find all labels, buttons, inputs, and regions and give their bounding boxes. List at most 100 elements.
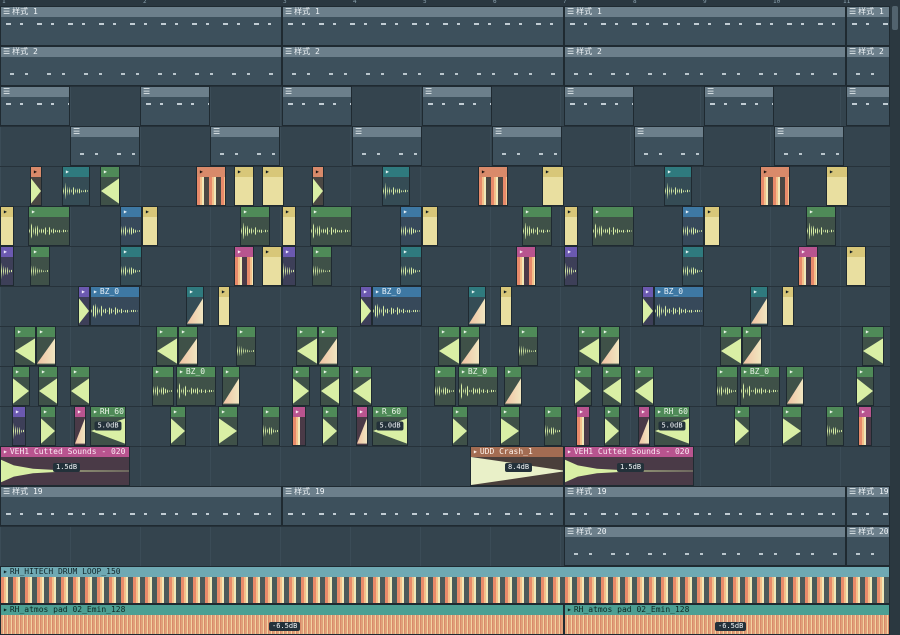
audio-clip[interactable]: ▸: [218, 406, 238, 446]
clip-header[interactable]: ▸: [241, 207, 269, 217]
audio-clip[interactable]: ▸: [564, 206, 578, 246]
clip-header[interactable]: ☰: [705, 87, 773, 97]
audio-clip[interactable]: ▸: [638, 406, 650, 446]
audio-clip[interactable]: ▸: [578, 326, 600, 366]
audio-clip[interactable]: ▸: [576, 406, 590, 446]
track-lane[interactable]: ☰ 样式 1 ☰ 样式 1 ☰ 样式 1 ☰ 样式 1: [0, 6, 890, 47]
clip-header[interactable]: ▸ RH_HITECH DRUM LOOP_150: [1, 567, 889, 577]
clip-header[interactable]: ▸: [665, 167, 691, 177]
clip-header[interactable]: ▸: [223, 367, 239, 377]
clip-header[interactable]: ▸: [187, 287, 203, 297]
pattern-clip[interactable]: ☰ 样式 1: [0, 6, 282, 46]
audio-clip[interactable]: ▸: [120, 246, 142, 286]
audio-clip[interactable]: ▸: [178, 326, 198, 366]
audio-clip[interactable]: ▸ BZ_0: [458, 366, 498, 406]
clip-header[interactable]: ▸: [505, 367, 521, 377]
clip-header[interactable]: ▸: [859, 407, 871, 417]
audio-clip[interactable]: ▸: [262, 246, 282, 286]
audio-clip[interactable]: ▸: [564, 246, 578, 286]
clip-header[interactable]: ▸: [79, 287, 89, 297]
track-lane[interactable]: ☰ 样式 20 ☰ 样式 20: [0, 526, 890, 567]
clip-header[interactable]: ▸: [263, 407, 279, 417]
clip-header[interactable]: ☰ 样式 20: [565, 527, 845, 537]
audio-clip[interactable]: ▸: [234, 246, 254, 286]
audio-clip[interactable]: ▸: [500, 406, 520, 446]
audio-clip[interactable]: ▸: [400, 246, 422, 286]
audio-clip[interactable]: ▸ VEH1 Cutted Sounds - 020 1.5dB: [0, 446, 130, 486]
clip-header[interactable]: ▸: [323, 407, 337, 417]
audio-clip[interactable]: ▸: [62, 166, 90, 206]
clip-header[interactable]: ☰ 样式 20: [847, 527, 889, 537]
audio-clip[interactable]: ▸: [750, 286, 768, 326]
clip-header[interactable]: ▸: [469, 287, 485, 297]
clip-header[interactable]: ☰ 样式 1: [847, 7, 889, 17]
audio-clip[interactable]: ▸ BZ_0: [654, 286, 704, 326]
clip-header[interactable]: ☰ 样式 1: [283, 7, 563, 17]
clip-header[interactable]: ☰: [283, 87, 351, 97]
pattern-clip[interactable]: ☰ 样式 2: [564, 46, 846, 86]
pattern-clip[interactable]: ☰ 样式 19: [0, 486, 282, 526]
clip-header[interactable]: ▸: [219, 287, 229, 297]
track-lane[interactable]: ▸ RH_HITECH DRUM LOOP_150: [0, 566, 890, 605]
audio-clip[interactable]: ▸: [452, 406, 468, 446]
audio-clip[interactable]: ▸: [262, 166, 284, 206]
clip-header[interactable]: ▸: [313, 167, 323, 177]
track-lane[interactable]: ▸ ▸ ▸ ▸ ▸ ▸ ▸ ▸ ▸ ▸ ▸ ▸ ▸ ▸ ▸: [0, 326, 890, 367]
clip-header[interactable]: ▸: [435, 367, 455, 377]
audio-clip[interactable]: ▸: [400, 206, 422, 246]
clip-header[interactable]: ▸: [121, 247, 141, 257]
pattern-clip[interactable]: ☰: [282, 86, 352, 126]
pattern-clip[interactable]: ☰: [70, 126, 140, 166]
clip-header[interactable]: ☰ 样式 19: [565, 487, 845, 497]
pattern-clip[interactable]: ☰: [704, 86, 774, 126]
audio-clip[interactable]: ▸ BZ_0: [90, 286, 140, 326]
audio-clip[interactable]: ▸: [30, 166, 42, 206]
clip-header[interactable]: ☰ 样式 1: [565, 7, 845, 17]
clip-header[interactable]: ▸: [157, 327, 177, 337]
clip-header[interactable]: ▸: [501, 407, 519, 417]
clip-header[interactable]: ▸: [601, 327, 619, 337]
audio-clip[interactable]: ▸: [0, 246, 14, 286]
audio-clip[interactable]: ▸: [262, 406, 280, 446]
audio-clip[interactable]: ▸: [704, 206, 720, 246]
track-lane[interactable]: ▸ ▸ ▸ ▸ RH_60 5.0dB ▸ ▸ ▸ ▸ ▸ ▸ ▸ R_60 5.0…: [0, 406, 890, 447]
audio-clip[interactable]: ▸: [156, 326, 178, 366]
audio-clip[interactable]: ▸: [296, 326, 318, 366]
audio-clip[interactable]: ▸ BZ_0: [176, 366, 216, 406]
clip-header[interactable]: ☰: [353, 127, 421, 137]
clip-header[interactable]: ▸: [311, 207, 351, 217]
clip-header[interactable]: ☰ 样式 2: [283, 47, 563, 57]
pattern-clip[interactable]: ☰ 样式 19: [282, 486, 564, 526]
clip-header[interactable]: ▸: [237, 327, 255, 337]
audio-clip[interactable]: ▸: [544, 406, 562, 446]
clip-header[interactable]: ☰: [1, 87, 69, 97]
clip-header[interactable]: ▸ BZ_0: [177, 367, 215, 377]
audio-clip[interactable]: ▸: [222, 366, 240, 406]
audio-clip[interactable]: ▸: [862, 326, 884, 366]
audio-clip[interactable]: ▸: [604, 406, 620, 446]
clip-header[interactable]: ☰: [71, 127, 139, 137]
audio-clip[interactable]: ▸ RH_atmos pad 02_Emin_128 -6.5dB: [0, 604, 564, 635]
clip-header[interactable]: ▸: [235, 167, 253, 177]
pattern-clip[interactable]: ☰ 样式 2: [282, 46, 564, 86]
clip-header[interactable]: ▸ VEH1 Cutted Sounds - 020: [565, 447, 693, 457]
track-lane[interactable]: ☰ 样式 2 ☰ 样式 2 ☰ 样式 2 ☰ 样式 2: [0, 46, 890, 87]
clip-header[interactable]: ▸: [1, 247, 13, 257]
clip-header[interactable]: ▸: [519, 327, 537, 337]
clip-header[interactable]: ▸: [71, 367, 89, 377]
clip-header[interactable]: ☰ 样式 19: [1, 487, 281, 497]
clip-header[interactable]: ☰: [847, 87, 889, 97]
clip-header[interactable]: ▸: [605, 407, 619, 417]
audio-clip[interactable]: ▸: [320, 366, 340, 406]
audio-clip[interactable]: ▸: [682, 206, 704, 246]
pattern-clip[interactable]: ☰: [774, 126, 844, 166]
audio-clip[interactable]: ▸: [312, 166, 324, 206]
audio-clip[interactable]: ▸: [760, 166, 790, 206]
clip-header[interactable]: ▸: [787, 367, 803, 377]
audio-clip[interactable]: ▸: [434, 366, 456, 406]
audio-clip[interactable]: ▸: [516, 246, 536, 286]
audio-clip[interactable]: ▸: [664, 166, 692, 206]
audio-clip[interactable]: ▸: [682, 246, 704, 286]
audio-clip[interactable]: ▸: [786, 366, 804, 406]
track-lane[interactable]: ▸ ▸ ▸ ▸ ▸ ▸ ▸ ▸ ▸ ▸ ▸ ▸ ▸ ▸ ▸: [0, 206, 890, 247]
